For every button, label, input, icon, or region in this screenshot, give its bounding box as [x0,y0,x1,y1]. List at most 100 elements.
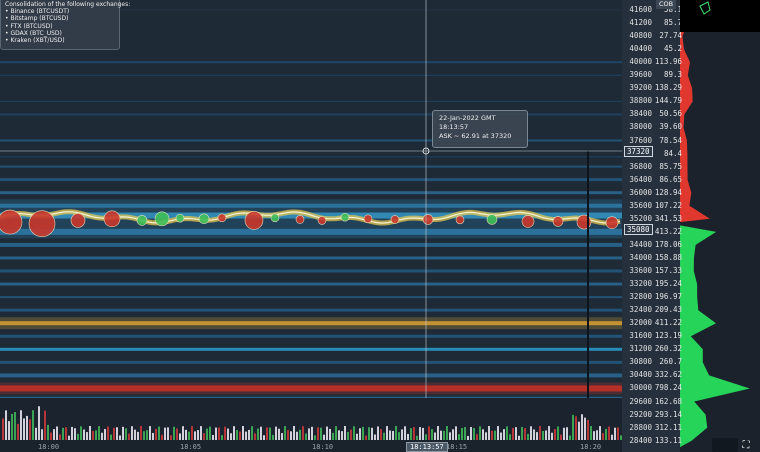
volume-bar [491,430,493,440]
cob-value-label: 107.22 [654,200,682,210]
cob-value-label: 195.24 [654,279,682,289]
time-tick-label: 18:05 [180,443,202,451]
volume-bar [482,429,484,440]
volume-bar [290,431,292,440]
trade-bubble [70,213,86,228]
volume-bar [431,429,433,440]
volume-bar [74,428,76,440]
volume-bar [416,435,418,440]
heat-band [0,360,622,364]
trade-bubble [486,214,498,225]
volume-bar [203,433,205,440]
trade-bubble [455,215,465,225]
volume-bar [146,430,148,440]
price-tick-label: 33200 [629,279,652,289]
tooltip-time: 18:13:57 [439,123,469,131]
cob-value-label: 162.68 [654,396,682,406]
price-tick-label: 35200 [629,213,652,223]
volume-bar [335,426,337,440]
volume-bar [269,427,271,440]
volume-bar [551,432,553,440]
price-tick-label: 41200 [629,18,652,28]
price-tick-label: 36800 [629,161,652,171]
volume-bar [350,429,352,440]
last-price-tag: 35080 [624,224,653,235]
cob-value-label: 113.96 [654,57,682,67]
volume-bar [71,426,73,440]
logo-icon [699,1,711,15]
cob-value-label: 312.11 [654,422,682,432]
volume-bar [143,431,145,440]
volume-bar [176,428,178,440]
volume-bar [197,430,199,440]
volume-bar [68,435,70,440]
cob-value-label: 209.43 [654,305,682,315]
volume-bar [407,433,409,440]
time-tick-label: 18:15 [446,443,468,451]
time-axis-bg [0,440,622,452]
volume-bar [221,435,223,440]
volume-bar [398,432,400,440]
heat-band [0,139,622,142]
volume-bar [65,427,67,440]
volume-bar [209,426,211,440]
volume-bar [548,426,550,440]
volume-bar [560,434,562,440]
volume-bar [368,427,370,440]
scroll-button[interactable] [712,438,738,452]
volume-bar [278,428,280,440]
volume-bar [14,411,16,440]
trade-bubble [340,212,350,222]
volume-bar [38,406,40,440]
volume-bar [545,430,547,440]
price-tick-label: 38800 [629,96,652,106]
volume-bar [32,410,34,440]
volume-bar [440,430,442,440]
cob-value-label: 84.4 [663,148,682,158]
heat-band [0,100,622,102]
volume-bar [59,434,61,440]
cob-value-label: 158.88 [654,252,682,262]
exchange-item-binance: • Binance (BTCUSDT) [5,8,70,16]
volume-bar [179,433,181,440]
volume-bar [461,428,463,440]
volume-bar [104,428,106,440]
heat-band [0,156,622,158]
volume-bar [509,434,511,440]
heat-band [0,256,622,260]
cob-value-label: 45.2 [663,44,682,54]
logo [680,0,760,32]
volume-bar [557,426,559,440]
cob-value-label: 128.94 [654,187,682,197]
volume-bar [614,427,616,440]
exchange-info-box: Consolidation of the following exchanges… [0,0,130,50]
volume-bar [371,427,373,440]
volume-bar [569,435,571,440]
volume-bar [83,429,85,440]
cob-value-label: 78.54 [659,135,682,145]
trade-bubble [390,215,400,224]
heat-glow [0,382,622,395]
volume-bar [305,433,307,440]
volume-bar [605,428,607,440]
chart-stage[interactable]: Consolidation of the following exchanges… [0,0,760,452]
cob-value-label: 27.74 [659,31,682,41]
volume-bar [95,430,97,440]
volume-bar [152,432,154,440]
volume-bar [191,426,193,440]
volume-bar [422,427,424,440]
volume-bar [23,418,25,440]
cob-value-label: 411.22 [654,318,682,328]
heat-band [0,296,622,299]
volume-bar [89,426,91,440]
volume-bar [437,426,439,440]
price-tick-label: 40000 [629,57,652,67]
expand-icon[interactable]: ⛶ [740,440,752,452]
volume-bar [539,426,541,440]
cob-value-label: 178.06 [654,239,682,249]
exchange-item-gdax: • GDAX (BTC_USD) [5,29,62,37]
volume-bar [77,433,79,440]
volume-bar [101,432,103,440]
volume-bar [467,435,469,440]
volume-bar [107,426,109,440]
